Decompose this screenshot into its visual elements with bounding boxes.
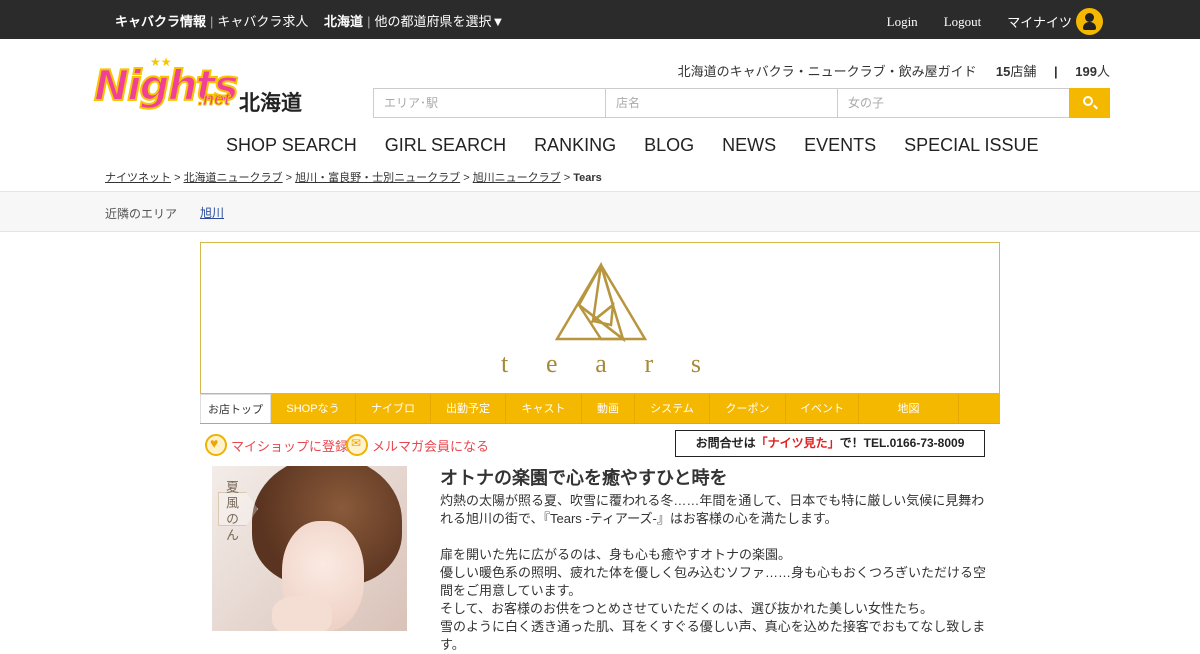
site-tagline: 北海道のキャバクラ・ニュークラブ・飲み屋ガイド 15店舗 | 199人 [677, 64, 1110, 79]
girl-search-input[interactable] [837, 88, 1069, 118]
shop-search-input[interactable] [605, 88, 837, 118]
nav-girl-search[interactable]: GIRL SEARCH [371, 135, 520, 156]
top-bar-links: キャバクラ情報 | キャバクラ求人 北海道 | 他の都道府県を選択▼ [115, 14, 505, 29]
heart-icon [205, 434, 227, 456]
tab-cast[interactable]: キャスト [506, 394, 582, 423]
tab-system[interactable]: システム [635, 394, 710, 423]
shop-count: 15 [995, 64, 1011, 79]
shop-wordmark: t e a r s [501, 349, 701, 378]
breadcrumb-item[interactable]: 旭川ニュークラブ [473, 172, 561, 184]
top-bar: キャバクラ情報 | キャバクラ求人 北海道 | 他の都道府県を選択▼ Login Log… [0, 0, 1200, 39]
add-myshop-button[interactable]: マイショップに登録 [205, 434, 348, 456]
main-nav: SHOP SEARCH GIRL SEARCH RANKING BLOG NEW… [212, 135, 1053, 156]
site-header: ★★ Nights .net 北海道 北海道のキャバクラ・ニュークラブ・飲み屋ガ… [0, 39, 1200, 191]
shop-description: オトナの楽園で心を癒やすひと時を 灼熱の太陽が照る夏、吹雪に覆われる冬……年間を… [440, 464, 990, 654]
site-logo[interactable]: ★★ Nights .net 北海道 [93, 55, 304, 117]
search-button[interactable] [1069, 88, 1110, 118]
tab-schedule[interactable]: 出勤予定 [431, 394, 506, 423]
description-paragraph: 雪のように白く透き通った肌、耳をくすぐる優しい声、真心を込めた接客でおもてなし致… [440, 619, 986, 652]
contact-phone-box[interactable]: お問合せは「ナイツ見た」で！TEL.0166-73-8009 [675, 430, 985, 457]
tab-shop-now[interactable]: SHOPなう [271, 394, 356, 423]
shop-actions: マイショップに登録 メルマガ会員になる お問合せは「ナイツ見た」で！TEL.01… [200, 424, 1000, 464]
cast-name: 夏風のん [224, 480, 239, 544]
login-link[interactable]: Login [887, 14, 918, 30]
tears-logo-icon [554, 261, 648, 343]
mynights-link[interactable]: マイナイツ [1007, 12, 1072, 31]
nav-events[interactable]: EVENTS [790, 135, 890, 156]
nav-news[interactable]: NEWS [708, 135, 790, 156]
nav-shop-search[interactable]: SHOP SEARCH [212, 135, 371, 156]
user-icon[interactable] [1076, 8, 1103, 35]
shop-section: t e a r s お店トップ SHOPなう ナイブロ 出勤予定 キャスト 動画… [200, 242, 1000, 652]
logo-suffix: .net [197, 89, 231, 110]
cabakura-info-link[interactable]: キャバクラ情報 [115, 14, 206, 29]
area-search-input[interactable] [373, 88, 605, 118]
nav-ranking[interactable]: RANKING [520, 135, 630, 156]
shop-catchcopy: オトナの楽園で心を癒やすひと時を [440, 468, 728, 488]
nav-blog[interactable]: BLOG [630, 135, 708, 156]
current-region: 北海道 [324, 14, 364, 29]
nav-special-issue[interactable]: SPECIAL ISSUE [890, 135, 1052, 156]
tab-map[interactable]: 地図 [859, 394, 959, 423]
description-paragraph: 扉を開いた先に広がるのは、身も心も癒やすオトナの楽園。 [440, 547, 792, 562]
logo-region: 北海道 [239, 92, 302, 115]
description-paragraph: 優しい暖色系の照明、疲れた体を優しく包み込むソファ……身も心もおくつろぎいただけ… [440, 565, 987, 598]
select-prefecture-dropdown[interactable]: 他の都道府県を選択▼ [374, 14, 504, 29]
tab-video[interactable]: 動画 [582, 394, 635, 423]
search-form [373, 88, 1110, 118]
nearby-area-link[interactable]: 旭川 [200, 204, 224, 221]
nearby-area-label: 近隣のエリア [105, 207, 178, 221]
description-paragraph: 灼熱の太陽が照る夏、吹雪に覆われる冬……年間を通して、日本でも特に厳しい気候に見… [440, 493, 985, 526]
shop-tabs: お店トップ SHOPなう ナイブロ 出勤予定 キャスト 動画 システム クーポン… [200, 394, 1000, 424]
breadcrumb-current: Tears [573, 172, 602, 184]
breadcrumb-item[interactable]: ナイツネット [105, 172, 171, 184]
search-icon [1083, 96, 1093, 106]
nearby-area-bar: 近隣のエリア 旭川 [0, 191, 1200, 232]
mailmag-signup-button[interactable]: メルマガ会員になる [346, 434, 489, 456]
account-links: Login Logout マイナイツ [861, 8, 1103, 35]
cast-photo[interactable]: 夏風のん [212, 466, 407, 631]
tab-event[interactable]: イベント [786, 394, 859, 423]
tab-coupon[interactable]: クーポン [710, 394, 786, 423]
tab-shop-top[interactable]: お店トップ [200, 394, 271, 423]
breadcrumb: ナイツネット > 北海道ニュークラブ > 旭川・富良野・士別ニュークラブ > 旭… [105, 172, 602, 184]
mail-icon [346, 434, 368, 456]
breadcrumb-item[interactable]: 旭川・富良野・士別ニュークラブ [295, 172, 460, 184]
shop-banner: t e a r s [200, 242, 1000, 394]
tab-naiburo[interactable]: ナイブロ [356, 394, 431, 423]
logout-link[interactable]: Logout [944, 14, 982, 30]
breadcrumb-item[interactable]: 北海道ニュークラブ [184, 172, 283, 184]
description-paragraph: そして、お客様のお供をつとめさせていただくのは、選び抜かれた美しい女性たち。 [440, 601, 933, 616]
cabakura-jobs-link[interactable]: キャバクラ求人 [217, 14, 308, 29]
girl-count: 199 [1075, 64, 1097, 79]
